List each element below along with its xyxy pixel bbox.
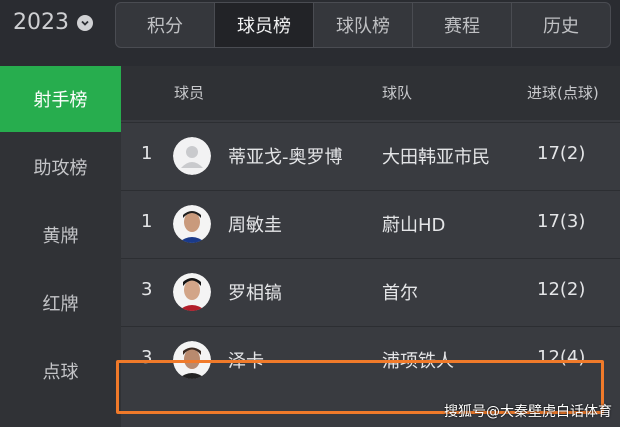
tab-bar: 积分 球员榜 球队榜 赛程 历史 bbox=[115, 2, 611, 48]
team-name[interactable]: 大田韩亚市民 bbox=[382, 143, 490, 169]
player-name[interactable]: 周敏圭 bbox=[228, 211, 282, 237]
year-selector[interactable]: 2023 bbox=[13, 10, 93, 35]
sidebar-item-red-cards[interactable]: 红牌 bbox=[0, 270, 121, 336]
sidebar: 射手榜 助攻榜 黄牌 红牌 点球 bbox=[0, 66, 121, 427]
tab-schedule[interactable]: 赛程 bbox=[413, 3, 512, 47]
goals-value: 12(2) bbox=[537, 279, 586, 300]
tab-standings[interactable]: 积分 bbox=[116, 3, 215, 47]
rank-cell: 1 bbox=[141, 211, 153, 232]
table-row[interactable]: 3 罗相镐 首尔 12(2) bbox=[121, 258, 620, 327]
table-row[interactable]: 1 周敏圭 蔚山HD 17(3) bbox=[121, 190, 620, 259]
team-name[interactable]: 首尔 bbox=[382, 279, 418, 305]
sidebar-item-assists[interactable]: 助攻榜 bbox=[0, 134, 121, 200]
rank-cell: 1 bbox=[141, 143, 153, 164]
chevron-down-icon bbox=[77, 14, 93, 31]
player-avatar bbox=[173, 273, 211, 311]
sidebar-item-penalties[interactable]: 点球 bbox=[0, 338, 121, 404]
tab-history[interactable]: 历史 bbox=[512, 3, 610, 47]
watermark: 搜狐号@大秦壁虎白话体育 bbox=[444, 404, 612, 420]
team-name[interactable]: 蔚山HD bbox=[382, 211, 445, 237]
table-row[interactable]: 1 蒂亚戈-奥罗博 大田韩亚市民 17(2) bbox=[121, 122, 620, 191]
rank-cell: 3 bbox=[141, 279, 153, 300]
tab-player-rankings[interactable]: 球员榜 bbox=[215, 3, 314, 47]
player-name[interactable]: 蒂亚戈-奥罗博 bbox=[228, 143, 343, 169]
goals-value: 17(2) bbox=[537, 143, 586, 164]
top-bar: 2023 积分 球员榜 球队榜 赛程 历史 bbox=[0, 0, 620, 66]
column-header-team: 球队 bbox=[382, 84, 413, 102]
sidebar-item-top-scorers[interactable]: 射手榜 bbox=[0, 66, 121, 132]
table-header: 球员 球队 进球(点球) bbox=[121, 66, 620, 120]
player-name[interactable]: 罗相镐 bbox=[228, 279, 282, 305]
goals-value: 17(3) bbox=[537, 211, 586, 232]
placeholder-avatar-icon bbox=[173, 137, 211, 175]
sidebar-item-yellow-cards[interactable]: 黄牌 bbox=[0, 202, 121, 268]
column-header-goals: 进球(点球) bbox=[527, 84, 599, 102]
column-header-player: 球员 bbox=[174, 84, 205, 102]
year-label: 2023 bbox=[13, 10, 69, 35]
tab-team-rankings[interactable]: 球队榜 bbox=[314, 3, 413, 47]
player-avatar bbox=[173, 205, 211, 243]
